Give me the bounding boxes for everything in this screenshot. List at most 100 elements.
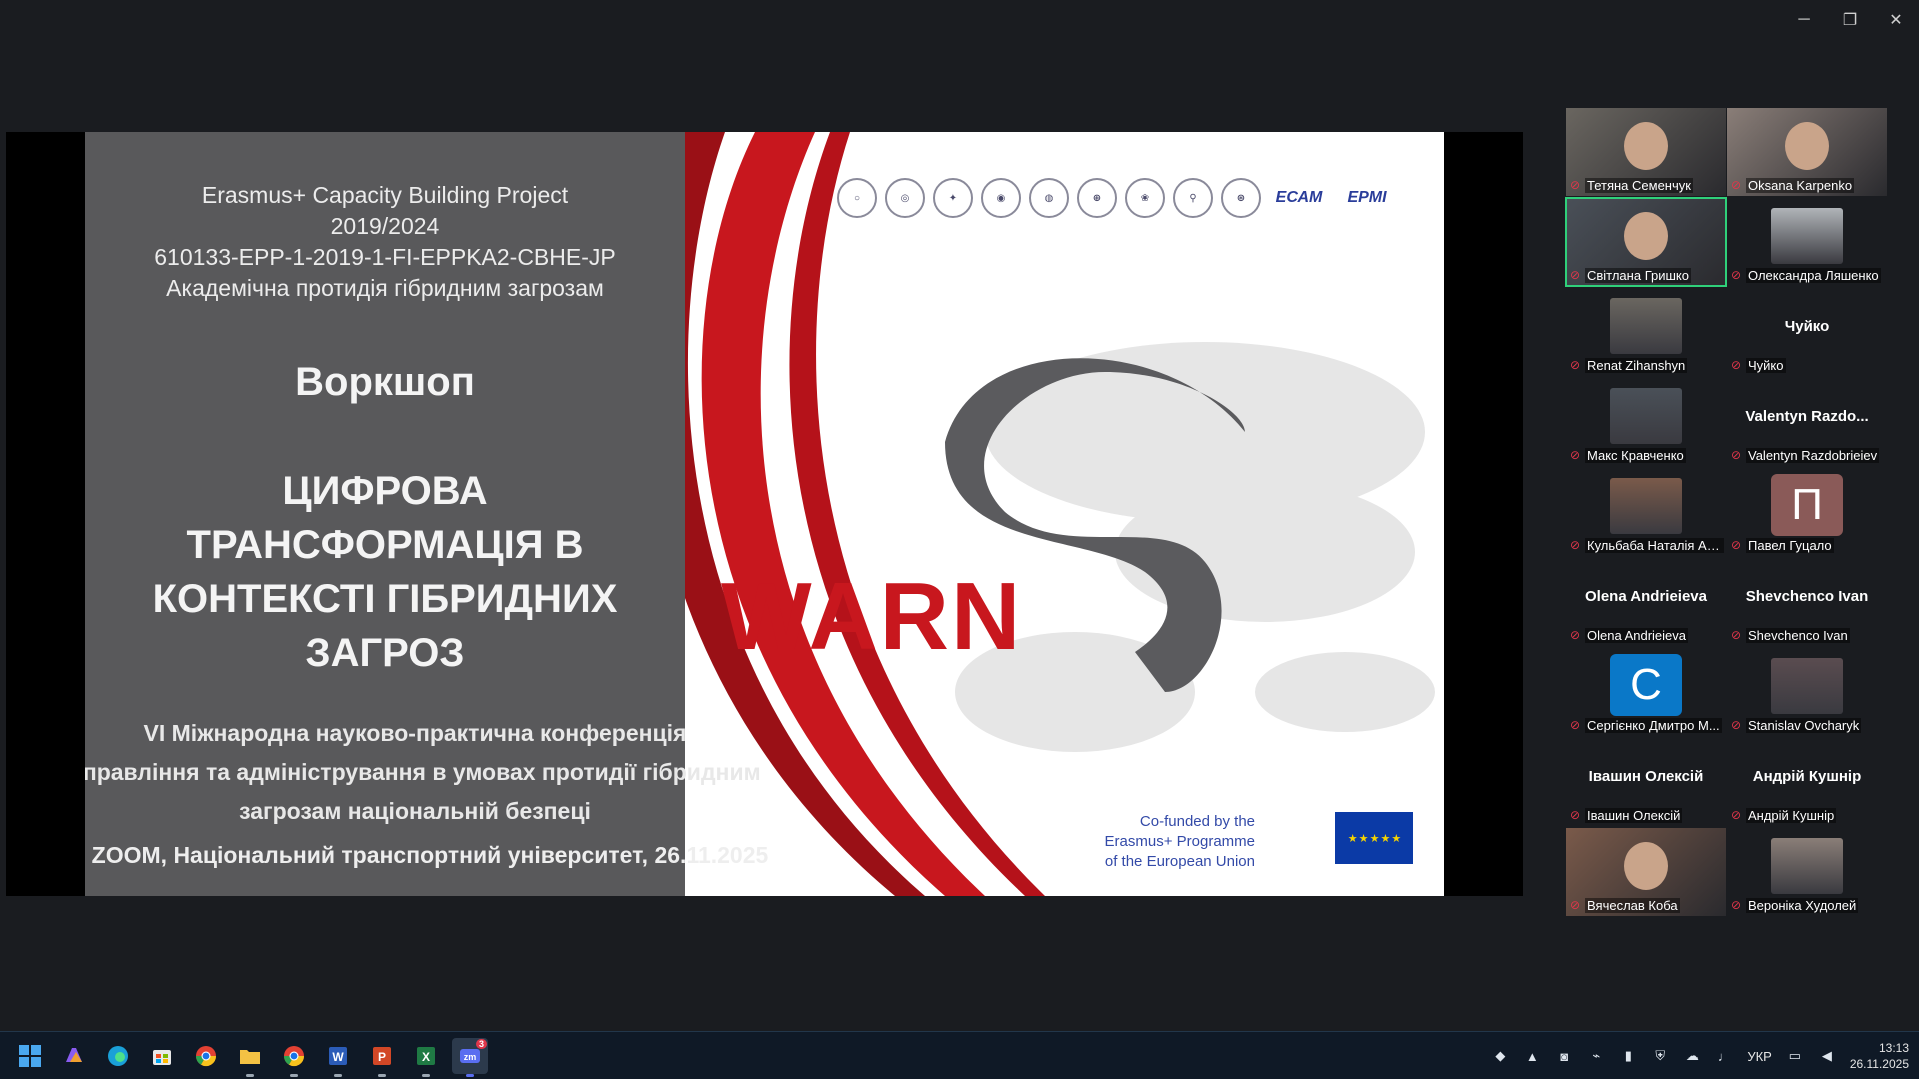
file-explorer-icon[interactable] (232, 1038, 268, 1077)
security-icon[interactable]: ⛨ (1651, 1047, 1669, 1065)
svg-text:zm: zm (464, 1052, 477, 1062)
chrome-icon[interactable] (188, 1038, 224, 1074)
system-tray: ◆ ▲ ◙ ⌁ ▮ ⛨ ☁ ♩ УКР ▭ ◀ 13:13 26.11.2025 (1491, 1036, 1909, 1076)
clock-date: 26.11.2025 (1849, 1057, 1909, 1071)
slide-footer: ZOOM, Національний транспортний універси… (91, 842, 769, 868)
windows-taskbar: W P X zm 3 ◆ ▲ ◙ ⌁ ▮ ⛨ ☁ ♩ УКР ▭ ◀ 13:13… (0, 1031, 1919, 1079)
participant-tile[interactable]: Valentyn Razdo... ⊘ Valentyn Razdobrieiev (1727, 378, 1887, 466)
participant-tile[interactable]: ⊘ Кульбаба Наталія Ан... (1566, 468, 1726, 556)
participant-video (1624, 122, 1668, 170)
cloud-icon[interactable]: ☁ (1683, 1047, 1701, 1065)
participant-tile[interactable]: ⊘ Макс Кравченко (1566, 378, 1726, 466)
title-line: КОНТЕКСТІ ГІБРИДНИХ (152, 577, 618, 621)
shared-screen[interactable]: WARN Erasmus+ Capacity Building Project … (6, 132, 1523, 896)
participant-tile[interactable]: Чуйко ⊘ Чуйко (1727, 288, 1887, 376)
participant-name: Renat Zihanshyn (1585, 357, 1688, 373)
participant-avatar: П (1771, 474, 1843, 536)
participant-name: Чуйко (1746, 357, 1786, 373)
excel-icon[interactable]: X (408, 1038, 444, 1077)
participant-label: ⊘ Shevchenco Ivan (1731, 626, 1885, 644)
participant-video (1624, 842, 1668, 890)
muted-mic-icon: ⊘ (1731, 718, 1742, 732)
participant-tile[interactable]: Shevchenco Ivan ⊘ Shevchenco Ivan (1727, 558, 1887, 646)
close-button[interactable]: ✕ (1873, 0, 1919, 40)
language-indicator[interactable]: УКР (1747, 1049, 1772, 1064)
participant-tile[interactable]: ⊘ Олександра Ляшенко (1727, 198, 1887, 286)
muted-mic-icon: ⊘ (1570, 358, 1581, 372)
title-line: ЦИФРОВА (282, 469, 488, 513)
muted-mic-icon: ⊘ (1570, 898, 1581, 912)
participant-display-name: Івашин Олексій (1588, 768, 1704, 785)
project-line: 610133-EPP-1-2019-1-FI-EPPKA2-CBHE-JP (154, 244, 616, 270)
participant-name: Кульбаба Наталія Ан... (1585, 537, 1724, 553)
participant-name: Тетяна Семенчук (1585, 177, 1693, 193)
muted-mic-icon: ⊘ (1570, 178, 1581, 192)
muted-mic-icon: ⊘ (1731, 808, 1742, 822)
cofunded-text: Co-funded by the Erasmus+ Programme of t… (1085, 812, 1255, 872)
participant-tile[interactable]: ⊘ Oksana Karpenko (1727, 108, 1887, 196)
display-icon[interactable]: ▭ (1786, 1047, 1804, 1065)
restore-button[interactable]: ❐ (1827, 0, 1873, 40)
volume-icon[interactable]: ◀ (1818, 1047, 1836, 1065)
muted-mic-icon: ⊘ (1570, 628, 1581, 642)
participant-avatar (1610, 388, 1682, 444)
partner-logo-icon: ⚲ (1173, 178, 1213, 218)
microphone-icon[interactable]: ♩ (1715, 1047, 1733, 1065)
participant-avatar (1771, 208, 1843, 264)
title-line: ТРАНСФОРМАЦІЯ В (186, 523, 584, 567)
participant-tile[interactable]: Івашин Олексій ⊘ Івашин Олексій (1566, 738, 1726, 826)
minimize-button[interactable]: ─ (1781, 0, 1827, 40)
participant-tile[interactable]: Olena Andrieieva ⊘ Olena Andrieieva (1566, 558, 1726, 646)
zoom-tray-icon[interactable]: ◙ (1555, 1047, 1573, 1065)
usb-icon[interactable]: ▮ (1619, 1047, 1637, 1065)
participant-display-name: Чуйко (1784, 318, 1830, 335)
participant-name: Shevchenco Ivan (1746, 627, 1850, 643)
participant-video (1785, 122, 1829, 170)
muted-mic-icon: ⊘ (1731, 358, 1742, 372)
partner-logo-icon: ◎ (885, 178, 925, 218)
participant-label: ⊘ Сергієнко Дмитро М... (1570, 716, 1724, 734)
network-icon[interactable]: ⌁ (1587, 1047, 1605, 1065)
windows-start-icon[interactable] (12, 1038, 48, 1074)
warn-logo-text: WARN (721, 563, 1023, 670)
clock[interactable]: 13:13 26.11.2025 (1850, 1040, 1909, 1072)
participant-label: ⊘ Чуйко (1731, 356, 1885, 374)
store-icon[interactable] (144, 1038, 180, 1074)
participant-tile[interactable]: ⊘ Світлана Гришко (1565, 197, 1727, 287)
word-icon[interactable]: W (320, 1038, 356, 1077)
participant-tile[interactable]: ⊘ Вячеслав Коба (1566, 828, 1726, 916)
partner-logo-icon: ⊕ (1077, 178, 1117, 218)
cofunded-line: Erasmus+ Programme (1104, 833, 1255, 850)
partner-logo-ermi: ЕРМІ (1347, 189, 1387, 206)
participant-tile[interactable]: ⊘ Тетяна Семенчук (1566, 108, 1726, 196)
powerpoint-icon[interactable]: P (364, 1038, 400, 1077)
participant-display-name: Valentyn Razdo... (1745, 408, 1869, 425)
copilot-icon[interactable] (56, 1038, 92, 1074)
participant-tile[interactable]: Андрій Кушнір ⊘ Андрій Кушнір (1727, 738, 1887, 826)
participant-name: Олександра Ляшенко (1746, 267, 1881, 283)
participant-name: Oksana Karpenko (1746, 177, 1855, 193)
drive-icon[interactable]: ▲ (1523, 1047, 1541, 1065)
chrome-profile-icon[interactable] (276, 1038, 312, 1077)
muted-mic-icon: ⊘ (1570, 808, 1581, 822)
zoom-icon[interactable]: zm 3 (452, 1038, 488, 1077)
participant-tile[interactable]: ⊘ Stanislav Ovcharyk (1727, 648, 1887, 736)
participant-display-name: Olena Andrieieva (1585, 588, 1707, 605)
participant-label: ⊘ Світлана Гришко (1570, 266, 1724, 284)
participant-label: ⊘ Вероніка Худолей (1731, 896, 1885, 914)
participant-tile[interactable]: ⊘ Renat Zihanshyn (1566, 288, 1726, 376)
edge-icon[interactable] (100, 1038, 136, 1074)
participant-label: ⊘ Івашин Олексій (1570, 806, 1724, 824)
workshop-heading: Воркшоп (295, 360, 475, 404)
participant-tile[interactable]: ⊘ Вероніка Худолей (1727, 828, 1887, 916)
participant-tile[interactable]: П ⊘ Павел Гуцало (1727, 468, 1887, 556)
participant-avatar (1771, 658, 1843, 714)
conference-line: загрозам національній безпеці (239, 798, 591, 824)
participant-name: Valentyn Razdobrieiev (1746, 447, 1880, 463)
participant-name: Stanislav Ovcharyk (1746, 717, 1862, 733)
teams-icon[interactable]: ◆ (1491, 1047, 1509, 1065)
muted-mic-icon: ⊘ (1731, 538, 1742, 552)
participant-tile[interactable]: С ⊘ Сергієнко Дмитро М... (1566, 648, 1726, 736)
muted-mic-icon: ⊘ (1731, 448, 1742, 462)
muted-mic-icon: ⊘ (1731, 628, 1742, 642)
